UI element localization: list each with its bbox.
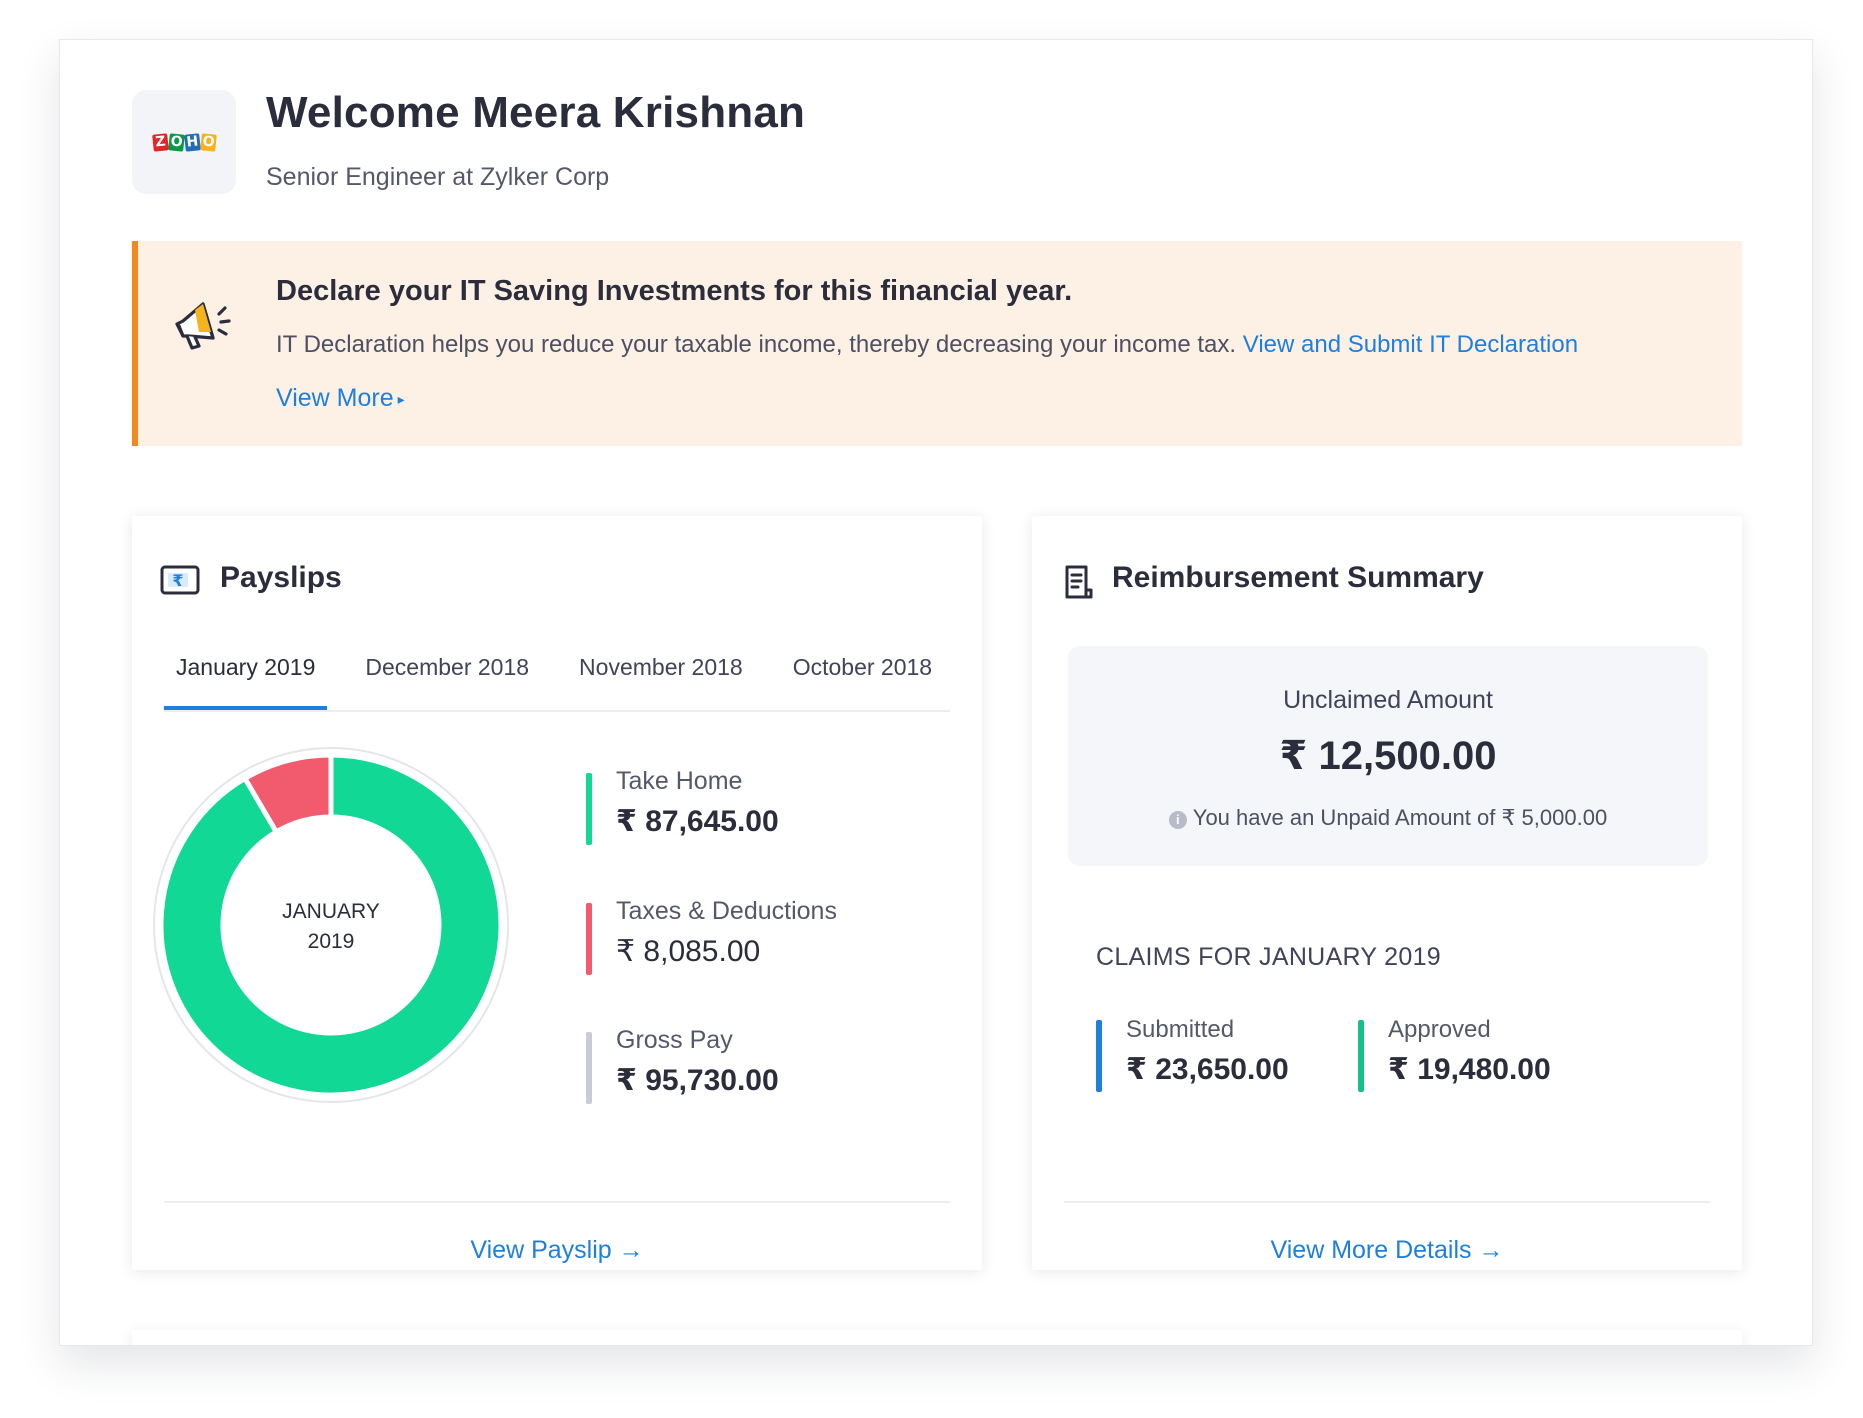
banner-title: Declare your IT Saving Investments for t…	[276, 275, 1073, 307]
deductions-legend: Taxes & Deductions ₹ 8,085.00	[586, 897, 837, 975]
payslips-divider	[164, 1201, 950, 1203]
view-more-link[interactable]: View More ▸	[276, 384, 405, 413]
tab-december-2018[interactable]: December 2018	[353, 644, 541, 700]
payslip-donut-chart: JANUARY 2019	[153, 747, 509, 1103]
view-more-details-link[interactable]: View More Details →	[1032, 1236, 1742, 1265]
unpaid-note: i You have an Unpaid Amount of ₹ 5,000.00	[1068, 805, 1708, 831]
submitted-claims: Submitted ₹ 23,650.00	[1096, 1016, 1289, 1092]
tab-october-2018[interactable]: October 2018	[781, 644, 944, 700]
submitted-color-bar	[1096, 1020, 1102, 1092]
company-logo: ZOHO	[132, 90, 236, 194]
deductions-label: Taxes & Deductions	[616, 897, 837, 925]
take-home-label: Take Home	[616, 767, 743, 795]
take-home-color-bar	[586, 773, 592, 845]
submitted-label: Submitted	[1126, 1016, 1235, 1043]
user-designation: Senior Engineer at Zylker Corp	[266, 163, 610, 191]
rupee-note-icon: ₹	[160, 565, 200, 595]
reimbursement-title: Reimbursement Summary	[1112, 561, 1484, 594]
unclaimed-value: ₹ 12,500.00	[1279, 734, 1497, 778]
take-home-value: ₹ 87,645.00	[616, 805, 779, 838]
page-title: Welcome Meera Krishnan	[266, 88, 806, 137]
approved-label: Approved	[1388, 1016, 1491, 1043]
unclaimed-label: Unclaimed Amount	[1283, 686, 1493, 714]
approved-value: ₹ 19,480.00	[1388, 1053, 1551, 1086]
megaphone-icon	[175, 302, 231, 350]
submit-it-declaration-link[interactable]: View and Submit IT Declaration	[1243, 331, 1578, 358]
donut-center-month: JANUARY	[282, 900, 380, 923]
gross-pay-value: ₹ 95,730.00	[616, 1064, 779, 1097]
submitted-value: ₹ 23,650.00	[1126, 1053, 1289, 1086]
logo-letter: O	[167, 132, 185, 152]
approved-color-bar	[1358, 1020, 1364, 1092]
deductions-value: ₹ 8,085.00	[616, 935, 761, 968]
deductions-color-bar	[586, 903, 592, 975]
logo-letter: H	[183, 132, 201, 152]
view-more-label: View More	[276, 384, 394, 412]
zoho-logo: ZOHO	[151, 132, 217, 152]
caret-right-icon: ▸	[397, 391, 405, 407]
payslips-card: ₹ Payslips January 2019 December 2018 Nove…	[132, 516, 982, 1270]
gross-pay-label: Gross Pay	[616, 1026, 733, 1054]
it-declaration-banner: Declare your IT Saving Investments for t…	[132, 241, 1742, 446]
claims-title: CLAIMS FOR JANUARY 2019	[1096, 943, 1441, 971]
info-icon: i	[1168, 811, 1187, 829]
unclaimed-amount-box: Unclaimed Amount ₹ 12,500.00 i You have a…	[1068, 646, 1708, 866]
reimbursement-divider	[1064, 1201, 1710, 1203]
gross-pay-color-bar	[586, 1032, 592, 1104]
gross-pay-legend: Gross Pay ₹ 95,730.00	[586, 1026, 779, 1104]
reimbursement-card: Reimbursement Summary Unclaimed Amount ₹…	[1032, 516, 1742, 1270]
tab-january-2019[interactable]: January 2019	[164, 644, 328, 710]
donut-center-year: 2019	[308, 930, 355, 953]
tab-november-2018[interactable]: November 2018	[567, 644, 755, 700]
next-card-edge	[132, 1330, 1742, 1345]
logo-letter: O	[199, 132, 217, 152]
payslips-title: Payslips	[220, 561, 342, 594]
take-home-legend: Take Home ₹ 87,645.00	[586, 767, 779, 845]
approved-claims: Approved ₹ 19,480.00	[1358, 1016, 1551, 1092]
document-icon	[1065, 565, 1093, 599]
svg-text:₹: ₹	[172, 571, 183, 590]
banner-text: IT Declaration helps you reduce your tax…	[276, 331, 1237, 358]
banner-description: IT Declaration helps you reduce your tax…	[276, 331, 1578, 359]
app-window: ZOHO Welcome Meera Krishnan Senior Engin…	[59, 39, 1813, 1346]
logo-letter: Z	[151, 132, 169, 152]
unpaid-text: You have an Unpaid Amount of ₹ 5,000.00	[1192, 805, 1608, 830]
payslip-month-tabs: January 2019 December 2018 November 2018 Oc…	[164, 644, 950, 712]
view-payslip-link[interactable]: View Payslip →	[132, 1236, 982, 1265]
